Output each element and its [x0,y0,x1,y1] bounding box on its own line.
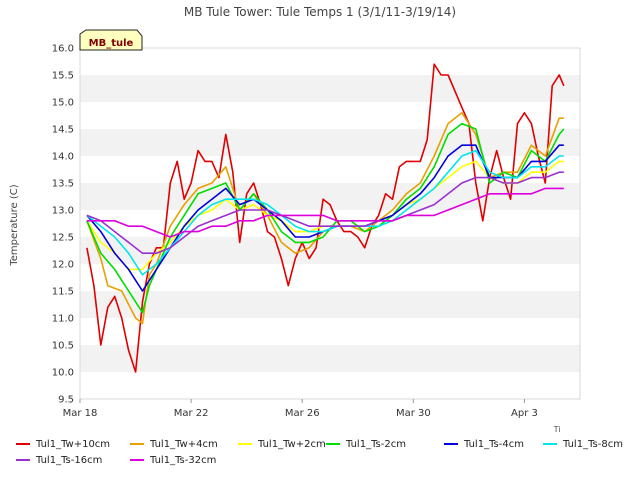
y-tick-label: 12.5 [52,233,74,244]
legend-swatch [444,443,458,445]
legend-item: Tul1_Ts-16cm [16,454,102,468]
y-tick-label: 15.5 [52,71,74,82]
y-tick-label: 15.0 [52,98,74,109]
x-tick-label: Mar 22 [174,408,209,419]
legend-label: Tul1_Ts-8cm [563,439,623,450]
plot-band [80,264,580,291]
legend-item: Tul1_Tw+10cm [16,438,110,452]
legend-swatch [16,443,30,445]
y-tick-label: 16.0 [52,44,74,55]
plot-band [80,48,580,75]
legend-item: Tul1_Tw+2cm [238,438,326,452]
y-tick-label: 13.5 [52,179,74,190]
x-axis-extra-label: Ti [553,425,561,434]
legend-swatch [16,459,30,461]
y-tick-label: 14.0 [52,152,74,163]
legend-label: Tul1_Ts-16cm [36,455,103,466]
plot-band [80,210,580,237]
plot-band [80,291,580,318]
y-axis-label: Temperature (C) [9,184,20,266]
legend-label: Tul1_Tw+2cm [258,439,326,450]
y-tick-label: 10.5 [52,341,74,352]
legend-swatch [130,459,144,461]
plot-band [80,102,580,129]
legend-item: Tul1_Ts-8cm [543,438,623,452]
plot-bands [80,48,580,399]
legend-swatch [543,443,557,445]
x-axis-ticks: Mar 18 Mar 22 Mar 26 Mar 30 Apr 3 [63,399,538,419]
legend: Tul1_Tw+10cm Tul1_Tw+4cm Tul1_Tw+2cm Tul1_T… [0,434,640,474]
y-axis-ticks: 9.5 10.0 10.5 11.0 11.5 12.0 12.5 13.0 13.5 14.0 1… [52,44,74,406]
legend-label: Tul1_Tw+4cm [150,439,218,450]
plot-band [80,75,580,102]
legend-label: Tul1_Ts-4cm [464,439,524,450]
y-tick-label: 14.5 [52,125,74,136]
legend-item: Tul1_Ts-2cm [326,438,406,452]
x-tick-label: Mar 26 [285,408,320,419]
plot-band [80,345,580,372]
y-tick-label: 11.0 [52,314,74,325]
legend-swatch [238,443,252,445]
legend-label: Tul1_Ts-2cm [346,439,406,450]
plot-band [80,156,580,183]
y-tick-label: 13.0 [52,206,74,217]
x-tick-label: Apr 3 [511,408,538,419]
legend-swatch [130,443,144,445]
site-badge: MB_tule [79,29,143,51]
y-tick-label: 11.5 [52,287,74,298]
legend-swatch [326,443,340,445]
legend-label: Tul1_Ts-32cm [150,455,217,466]
chart-title: MB Tule Tower: Tule Temps 1 (3/1/11-3/19… [184,5,456,19]
y-tick-label: 9.5 [58,395,74,406]
plot-band [80,129,580,156]
legend-item: Tul1_Ts-4cm [444,438,524,452]
x-tick-label: Mar 30 [396,408,431,419]
plot-band [80,318,580,345]
plot-band [80,372,580,399]
legend-item: Tul1_Ts-32cm [130,454,216,468]
site-badge-label: MB_tule [89,38,134,49]
y-tick-label: 10.0 [52,368,74,379]
legend-item: Tul1_Tw+4cm [130,438,218,452]
chart-canvas: MB Tule Tower: Tule Temps 1 (3/1/11-3/19… [9,5,581,434]
y-tick-label: 12.0 [52,260,74,271]
legend-label: Tul1_Tw+10cm [36,439,111,450]
x-tick-label: Mar 18 [63,408,98,419]
